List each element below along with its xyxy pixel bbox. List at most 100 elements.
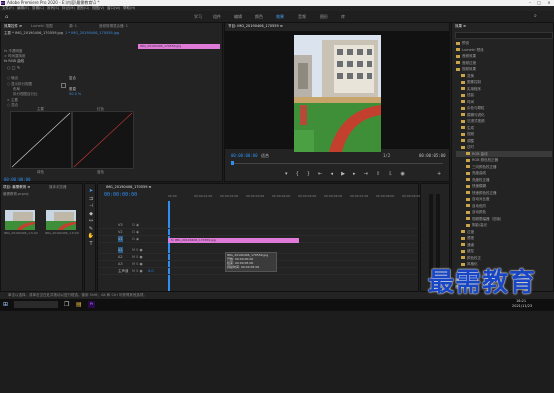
status-text: 单击以选择，或单击空白处并拖动以进行框选。使用 Shift、Alt 和 Ctrl… (8, 293, 147, 297)
effects-search-input[interactable] (455, 32, 553, 39)
search-icon[interactable]: ⌕ (534, 13, 537, 19)
track-toggle-icon[interactable]: M S ● (132, 268, 143, 274)
time-ruler[interactable]: 00:00 00:00:01:00 00:00:02:00 00:00:03:00 00… (168, 194, 420, 200)
master-volume-value[interactable]: 0.0 (148, 268, 154, 274)
split-view-checkbox[interactable] (61, 83, 66, 88)
mark-in-icon[interactable]: { (296, 171, 299, 179)
timeline-playhead[interactable] (168, 201, 170, 291)
track-toggle-icon[interactable]: M S ● (132, 254, 143, 260)
tab-audio-clip-mixer[interactable]: 音频剪辑混合器: 1 (99, 24, 128, 29)
folder-icon (466, 210, 470, 214)
step-forward-icon[interactable]: ▸ (353, 171, 356, 179)
resolution-select[interactable]: 1/2 (383, 153, 390, 158)
blend-row[interactable]: ○ 混合 (7, 103, 18, 108)
red-curve-graph[interactable] (72, 111, 134, 169)
mark-out-icon[interactable]: } (307, 171, 310, 179)
taskbar-search[interactable] (14, 301, 58, 308)
workspace-tab-libraries[interactable]: 库 (341, 14, 345, 19)
track-toggle-icon[interactable]: ⊡ ◉ (132, 236, 139, 242)
go-to-out-icon[interactable]: ⇥ (364, 171, 368, 179)
premiere-taskbar-icon[interactable]: Pr (88, 301, 95, 308)
task-view-icon[interactable]: ❐ (64, 301, 69, 308)
pen-tool-icon[interactable]: ✎ (87, 226, 95, 234)
fit-select[interactable]: 适合 (261, 153, 269, 159)
slip-tool-icon[interactable]: ↔ (87, 218, 95, 226)
split-percent-value[interactable]: 50.0 % (69, 92, 81, 97)
watermark-logo: 最需教育 (428, 268, 537, 298)
program-timecode[interactable]: 00:00:00:00 (231, 153, 258, 158)
tab-effect-controls[interactable]: 效果控件 ≡ (4, 24, 22, 29)
tab-media-browser[interactable]: 媒体浏览器 (49, 185, 67, 190)
type-tool-icon[interactable]: T (87, 241, 95, 249)
timeline-timecode[interactable]: 00:00:00:00 (104, 192, 137, 198)
tab-project[interactable]: 项目: 最需教育 ≡ (3, 185, 30, 190)
windows-start-icon[interactable]: ⊞ (3, 301, 8, 308)
track-label[interactable]: V2 (118, 229, 123, 235)
timeline-panel: IMG_20190406_170559 ≡ 00:00:00:00 00:00 0… (97, 183, 420, 292)
tooltip-duration: 持续时间: 00:00:05:00 (227, 265, 260, 269)
master-curve-graph[interactable] (10, 111, 72, 169)
folder-icon (461, 243, 465, 246)
folder-icon (466, 158, 470, 162)
effects-panel-title[interactable]: 效果 ≡ (455, 24, 466, 29)
effect-controls-timecode[interactable]: 00:00:00:00 (4, 177, 31, 182)
track-toggle-icon[interactable]: ⊡ ◉ (132, 229, 139, 235)
ruler-tick-label: 00:00 (168, 194, 177, 198)
razor-tool-icon[interactable]: ◆ (87, 211, 95, 219)
source-clip-label[interactable]: 主要 * IMG_20190406_170559.jpg (4, 31, 63, 36)
track-label[interactable]: A3 (118, 261, 123, 267)
workspace-tab-learn[interactable]: 学习 (194, 14, 202, 19)
timeline-title[interactable]: IMG_20190406_170559 ≡ (106, 185, 152, 190)
marker-icon[interactable]: ▾ (285, 171, 288, 179)
track-select-tool-icon[interactable]: ⇉ (87, 196, 95, 204)
project-thumbnail-2[interactable] (46, 210, 76, 230)
workspace-tab-editing[interactable]: 编辑 (234, 14, 242, 19)
workspace-tab-color[interactable]: 颜色 (255, 14, 263, 19)
project-thumbnail-1[interactable] (5, 210, 35, 230)
premiere-logo: Pr (1, 1, 5, 5)
hand-tool-icon[interactable]: ✋ (87, 233, 95, 241)
sequence-clip-label[interactable]: 1 * IMG_20190406_170559.jpg (65, 31, 119, 36)
home-icon[interactable]: ⌂ (5, 14, 8, 20)
effects-tree-label: 模糊与锐化 (467, 112, 485, 117)
rgb-curves-row[interactable]: fx RGB 曲线 (4, 59, 24, 64)
track-label[interactable]: V3 (118, 222, 123, 228)
track-label[interactable]: 主声道 (118, 268, 129, 274)
track-label[interactable]: A1 (118, 247, 123, 253)
workspace-tab-assembly[interactable]: 组件 (213, 14, 221, 19)
timeline-clip-label: fx IMG_20190406_170559.jpg (171, 238, 216, 242)
clock-date[interactable]: 2021/11/23 (512, 304, 532, 309)
program-monitor-title[interactable]: 节目: IMG_20190406_170559 ≡ (228, 24, 283, 29)
track-toggle-icon[interactable]: M S ● (132, 261, 143, 267)
track-toggle-icon[interactable]: ⊡ ◉ (132, 222, 139, 228)
file-explorer-icon[interactable]: ▤ (76, 301, 82, 308)
playhead-scrubber[interactable] (231, 163, 443, 164)
workspace-tab-effects[interactable]: 效果 (276, 14, 284, 19)
extract-icon[interactable]: ⇩ (388, 171, 392, 179)
track-row[interactable]: V2 ⊡ ◉ (98, 229, 418, 236)
lift-icon[interactable]: ⇧ (376, 171, 380, 179)
track-row[interactable]: V3 ⊡ ◉ (98, 222, 418, 229)
play-icon[interactable]: ▶ (341, 171, 345, 179)
video-canvas[interactable] (225, 31, 449, 152)
effects-tree-label: 通道 (467, 242, 474, 247)
export-frame-icon[interactable]: ◉ (401, 171, 405, 179)
project-item-duration-1: 5:00 (31, 231, 38, 235)
playhead-marker[interactable] (231, 161, 234, 165)
track-label[interactable]: A2 (118, 254, 123, 260)
add-button-icon[interactable]: + (437, 171, 441, 177)
workspace-tab-audio[interactable]: 音频 (298, 14, 306, 19)
tab-lumetri-scopes[interactable]: Lumetri 范围 (31, 24, 53, 29)
effects-tree-label: 扭曲 (467, 93, 474, 97)
track-toggle-icon[interactable]: M S ● (132, 247, 143, 253)
go-to-in-icon[interactable]: ⇤ (318, 171, 322, 179)
mask-tools-icon[interactable]: ○ □ ✎ (7, 65, 20, 70)
tab-source[interactable]: 源: 1 (69, 24, 77, 29)
step-back-icon[interactable]: ◂ (330, 171, 333, 179)
selection-tool-icon[interactable]: ➤ (87, 188, 95, 196)
effects-tree-label: 透视 (467, 236, 474, 240)
ripple-edit-tool-icon[interactable]: ⊣ (87, 203, 95, 211)
workspace-tab-graphics[interactable]: 图形 (320, 14, 328, 19)
output-select[interactable]: 复合 (69, 76, 76, 81)
track-label[interactable]: V1 (118, 236, 123, 242)
